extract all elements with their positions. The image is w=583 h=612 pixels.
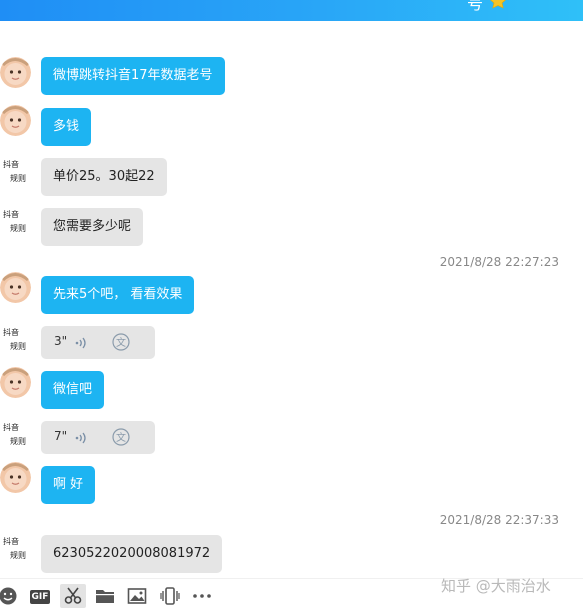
gif-icon[interactable]: GIF: [30, 590, 50, 604]
star-badge-icon: [490, 0, 506, 9]
avatar[interactable]: 抖音 规则: [0, 324, 34, 358]
translate-icon[interactable]: 文: [111, 332, 131, 352]
message-bubble[interactable]: 您需要多少呢: [41, 208, 144, 246]
voice-message[interactable]: 7" 文: [41, 421, 155, 454]
scissors-icon[interactable]: [60, 584, 86, 608]
folder-icon[interactable]: [95, 586, 115, 606]
chat-title: 号: [467, 0, 484, 13]
timestamp: 2021/8/28 22:27:23: [439, 255, 559, 269]
timestamp: 2021/8/28 22:37:33: [439, 513, 559, 527]
more-icon[interactable]: [192, 586, 212, 606]
shake-icon[interactable]: [160, 586, 180, 606]
watermark: 知乎 @大雨治水: [441, 577, 551, 595]
voice-duration: 3": [54, 334, 68, 348]
message-list[interactable]: 微博跳转抖音17年数据老号 多钱 抖音 规则 单价25。30起22 抖音 规则 …: [0, 21, 583, 578]
translate-icon[interactable]: 文: [111, 427, 131, 447]
avatar[interactable]: 抖音 规则: [0, 206, 34, 240]
avatar[interactable]: 抖音 规则: [0, 533, 34, 567]
voice-wave-icon: [75, 432, 86, 444]
voice-wave-icon: [75, 337, 86, 349]
message-bubble[interactable]: 多钱: [41, 108, 92, 146]
avatar[interactable]: 抖音 规则: [0, 419, 34, 453]
svg-text:文: 文: [116, 336, 126, 349]
avatar[interactable]: [0, 462, 31, 493]
message-bubble[interactable]: 啊 好: [41, 466, 96, 504]
voice-message[interactable]: 3" 文: [41, 326, 155, 359]
avatar[interactable]: [0, 272, 31, 303]
message-bubble[interactable]: 6230522020008081972: [41, 535, 223, 573]
avatar[interactable]: [0, 105, 31, 136]
voice-duration: 7": [54, 429, 68, 443]
message-bubble[interactable]: 微博跳转抖音17年数据老号: [41, 57, 225, 95]
avatar[interactable]: [0, 367, 31, 398]
svg-text:文: 文: [116, 431, 126, 444]
chat-header: 号: [0, 0, 583, 21]
emoji-icon[interactable]: [0, 586, 18, 606]
avatar[interactable]: 抖音 规则: [0, 156, 34, 190]
image-icon[interactable]: [127, 586, 147, 606]
message-bubble[interactable]: 微信吧: [41, 371, 105, 409]
message-bubble[interactable]: 单价25。30起22: [41, 158, 167, 196]
message-bubble[interactable]: 先来5个吧， 看看效果: [41, 276, 195, 314]
avatar[interactable]: [0, 57, 31, 88]
